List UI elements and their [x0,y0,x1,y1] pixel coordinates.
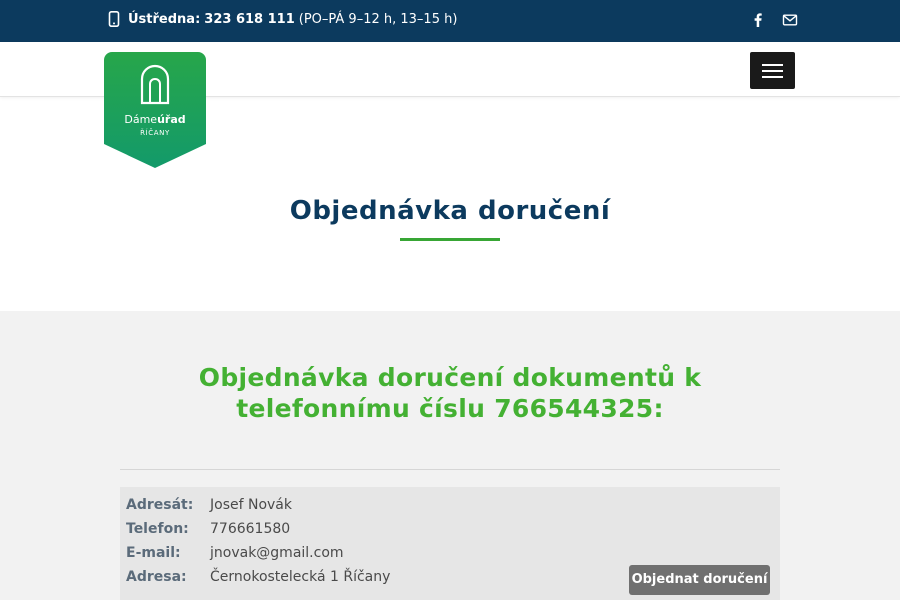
detail-value: Černokostelecká 1 Říčany [210,569,391,585]
detail-label: Adresa: [126,569,187,585]
detail-label: Adresát: [126,497,194,513]
logo-city: ŘÍČANY [140,129,170,137]
menu-icon-bar [762,64,783,66]
logo-brand-prefix: Dáme [124,113,158,126]
logo-badge [104,52,206,168]
envelope-icon[interactable] [782,12,798,28]
order-delivery-button[interactable]: Objednat doručení [629,565,770,595]
order-heading: Objednávka doručení dokumentů k telefonn… [198,363,702,423]
office-hours: (PO–PÁ 9–12 h, 13–15 h) [298,11,458,27]
menu-icon-bar [762,70,783,72]
detail-row-address: Adresa: Černokostelecká 1 Říčany [126,569,390,585]
detail-row-phone: Telefon: 776661580 [126,521,290,537]
logo-brand-bold: úřad [157,113,186,126]
mobile-phone-icon [108,11,120,27]
switchboard-contact: Ústředna: 323 618 111 (PO–PÁ 9–12 h, 13–… [108,11,457,27]
title-underline [400,238,500,241]
detail-row-recipient: Adresát: Josef Novák [126,497,292,513]
detail-label: Telefon: [126,521,189,537]
menu-icon-bar [762,76,783,78]
detail-value: 776661580 [210,521,291,537]
detail-value: Josef Novák [210,497,292,513]
switchboard-label: Ústředna: [128,11,201,27]
detail-value: jnovak@gmail.com [210,545,344,561]
facebook-icon[interactable] [750,12,766,28]
page-title: Objednávka doručení [289,196,611,226]
site-logo[interactable]: Dámeúřad ŘÍČANY [104,52,206,168]
logo-brand-text: Dámeúřad [104,113,206,126]
detail-label: E-mail: [126,545,181,561]
menu-toggle-button[interactable] [750,52,795,89]
top-contact-bar: Ústředna: 323 618 111 (PO–PÁ 9–12 h, 13–… [0,0,900,42]
order-details-card: Adresát: Josef Novák Telefon: 776661580 E-… [120,487,780,600]
social-links [750,12,798,28]
switchboard-number[interactable]: 323 618 111 [204,12,294,27]
detail-row-email: E-mail: jnovak@gmail.com [126,545,344,561]
section-divider [120,469,780,470]
